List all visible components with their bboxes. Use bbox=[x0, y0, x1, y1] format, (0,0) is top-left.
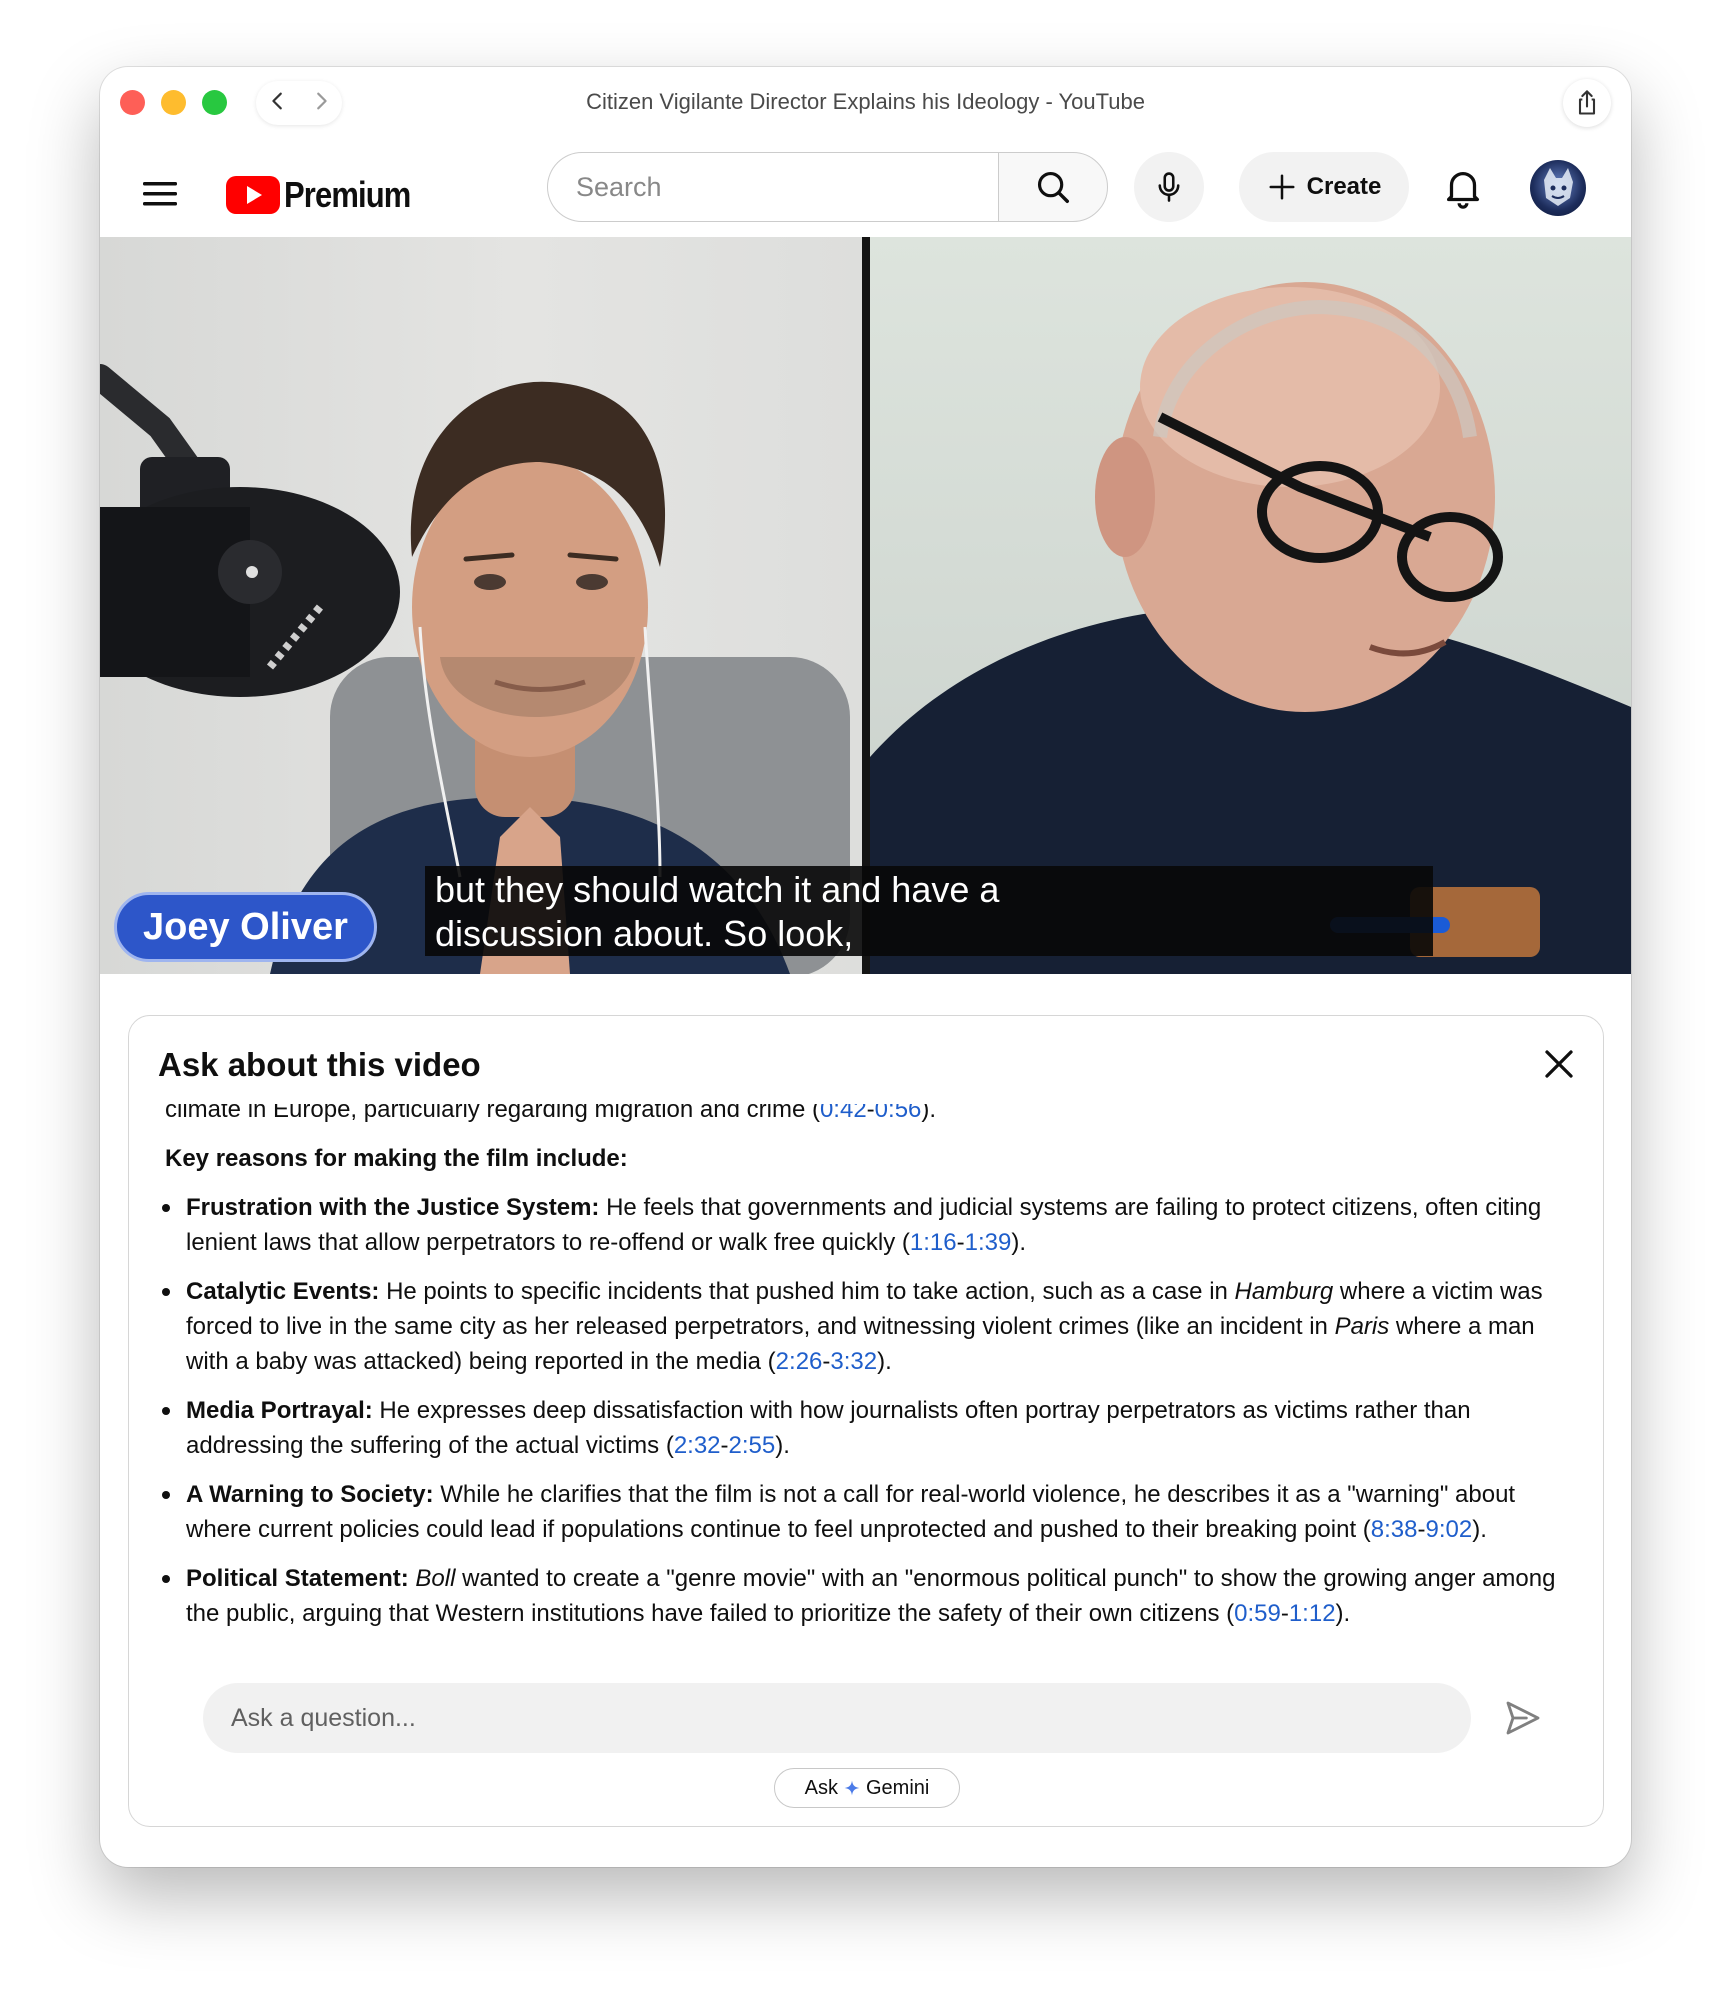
timestamp-link[interactable]: 8:38 bbox=[1371, 1516, 1418, 1543]
video-pane-left: Joey Oliver bbox=[100, 237, 862, 974]
timestamp-link[interactable]: 0:56 bbox=[875, 1104, 922, 1123]
title-bar: Citizen Vigilante Director Explains his … bbox=[100, 67, 1631, 137]
window-title: Citizen Vigilante Director Explains his … bbox=[586, 89, 1145, 114]
timestamp-link[interactable]: 1:16 bbox=[910, 1229, 957, 1256]
gemini-label: Gemini bbox=[865, 1776, 930, 1799]
panel-title: Ask about this video bbox=[158, 1046, 481, 1083]
right-speaker-frame bbox=[870, 282, 1631, 974]
logo-text: Premium bbox=[284, 174, 411, 215]
speaker-name-tag: Joey Oliver bbox=[114, 892, 377, 962]
list-item: Frustration with the Justice System: He … bbox=[162, 1190, 1569, 1260]
mic-icon bbox=[1158, 172, 1180, 202]
voice-search-button[interactable] bbox=[1134, 152, 1204, 222]
gemini-ask-label: Ask bbox=[804, 1776, 838, 1799]
ask-about-video-panel: Ask about this video climate in Europe, … bbox=[128, 1015, 1604, 1827]
video-caption: but they should watch it and have a disc… bbox=[425, 866, 1433, 956]
caption-line-1: but they should watch it and have a bbox=[435, 869, 1000, 910]
timestamp-link[interactable]: 2:55 bbox=[729, 1432, 776, 1459]
video-pane-right bbox=[870, 237, 1631, 974]
share-icon bbox=[1578, 90, 1596, 115]
avatar-image bbox=[1544, 168, 1573, 206]
timestamp-link[interactable]: 2:32 bbox=[674, 1432, 721, 1459]
avatar[interactable] bbox=[1530, 160, 1586, 216]
search-icon bbox=[1037, 171, 1069, 203]
search-input[interactable]: Search bbox=[547, 152, 998, 222]
timestamp-link[interactable]: 1:39 bbox=[965, 1229, 1012, 1256]
send-icon[interactable] bbox=[1503, 1698, 1543, 1738]
youtube-logo-icon bbox=[226, 176, 280, 214]
gemini-sparkle-icon bbox=[844, 1780, 860, 1796]
create-label: Create bbox=[1306, 173, 1382, 200]
list-item: A Warning to Society: While he clarifies… bbox=[162, 1477, 1569, 1547]
left-speaker-frame bbox=[100, 364, 850, 974]
timestamp-link[interactable]: 0:42 bbox=[820, 1104, 867, 1123]
ask-gemini-button[interactable]: Ask Gemini bbox=[774, 1768, 960, 1808]
create-button[interactable]: Create bbox=[1239, 152, 1409, 222]
bell-icon[interactable] bbox=[1440, 164, 1486, 210]
timestamp-link[interactable]: 3:32 bbox=[830, 1348, 877, 1375]
timestamp-link[interactable]: 1:12 bbox=[1289, 1600, 1336, 1627]
video-divider bbox=[862, 237, 870, 974]
youtube-premium-logo[interactable]: Premium bbox=[226, 171, 431, 219]
share-button[interactable] bbox=[1563, 79, 1611, 127]
menu-icon[interactable] bbox=[143, 179, 177, 209]
list-item: Media Portrayal: He expresses deep dissa… bbox=[162, 1393, 1569, 1463]
timestamp-link[interactable]: 9:02 bbox=[1425, 1516, 1472, 1543]
reasons-list: Frustration with the Justice System: He … bbox=[162, 1190, 1569, 1631]
timestamp-link[interactable]: 2:26 bbox=[776, 1348, 823, 1375]
browser-window: Citizen Vigilante Director Explains his … bbox=[100, 67, 1631, 1867]
timestamp-link[interactable]: 0:59 bbox=[1234, 1600, 1281, 1627]
reasons-heading: Key reasons for making the film include: bbox=[165, 1145, 628, 1172]
list-item: Catalytic Events: He points to specific … bbox=[162, 1274, 1569, 1379]
search-button[interactable] bbox=[998, 152, 1108, 222]
caption-line-2: discussion about. So look, bbox=[435, 913, 854, 954]
answer-scroll-area[interactable]: climate in Europe, particularly regardin… bbox=[129, 1104, 1603, 1660]
plus-icon bbox=[1269, 174, 1295, 200]
video-player[interactable]: Joey Oliver but they should watch it and… bbox=[100, 237, 1631, 974]
answer-intro: climate in Europe, particularly regardin… bbox=[165, 1104, 1569, 1127]
question-input[interactable]: Ask a question... bbox=[203, 1683, 1471, 1753]
close-icon[interactable] bbox=[1541, 1046, 1577, 1082]
list-item: Political Statement: Boll wanted to crea… bbox=[162, 1561, 1569, 1631]
